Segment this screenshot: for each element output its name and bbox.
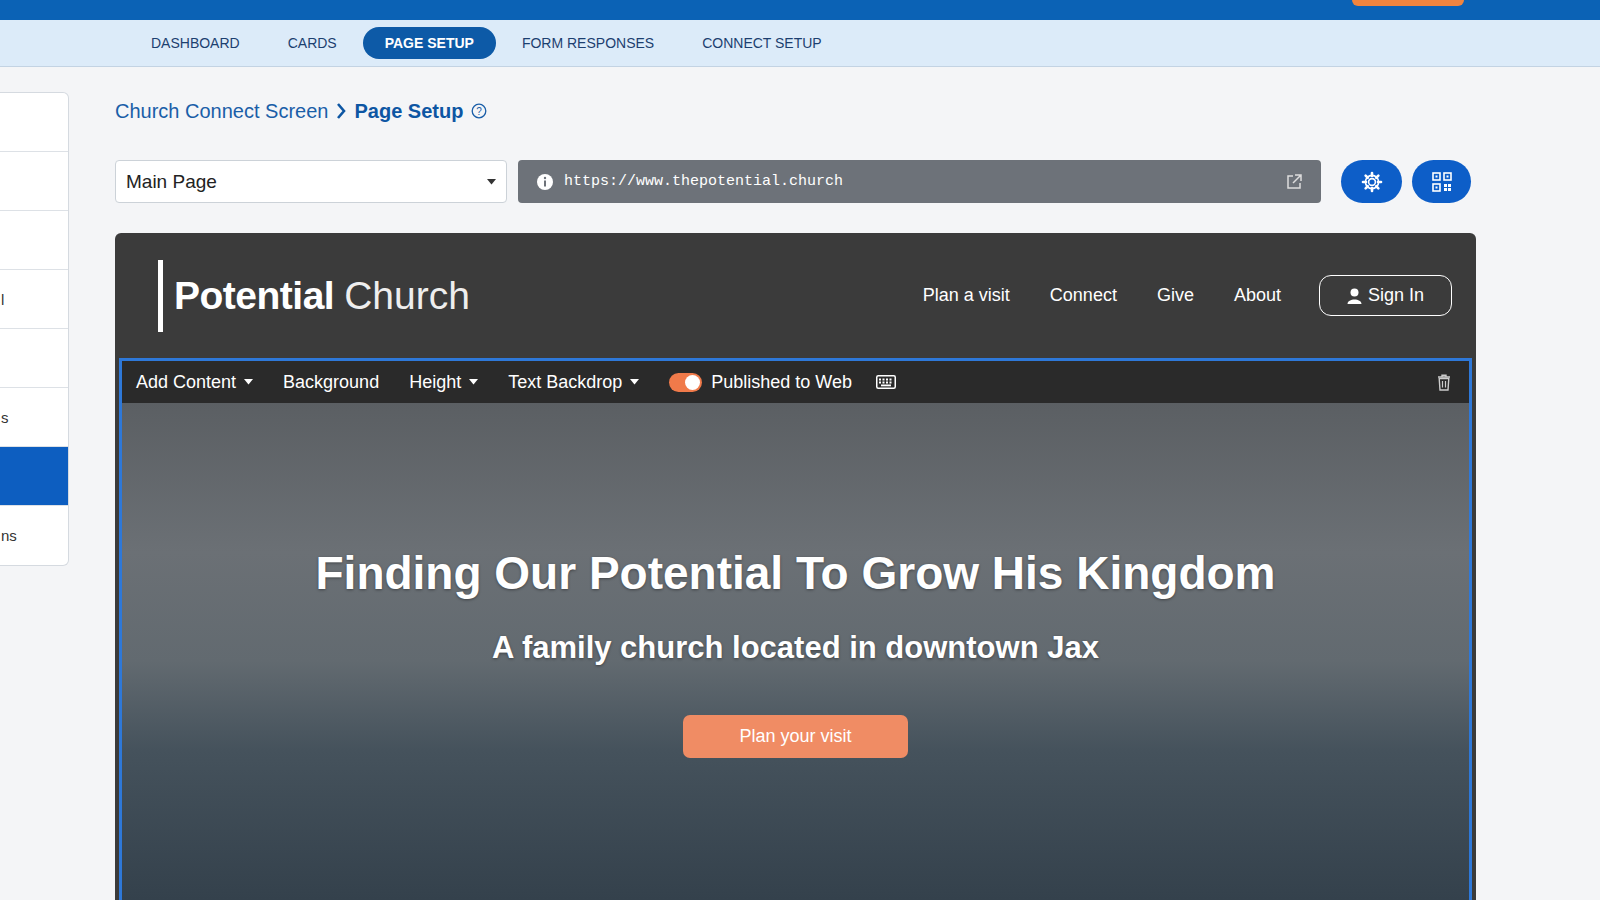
sidebar-item[interactable] [0, 329, 68, 388]
dropdown-caret-icon [487, 179, 496, 185]
logo-light-text: Church [344, 274, 470, 318]
sidebar-item-label: s [1, 409, 9, 426]
content: Church Connect Screen Page Setup? Main Pag… [115, 67, 1476, 900]
top-bar [0, 0, 1600, 20]
page-select[interactable]: Main Page [115, 160, 507, 203]
caret-icon [630, 379, 639, 385]
qr-code-button[interactable] [1412, 160, 1471, 203]
main-nav: DASHBOARDCARDSPAGE SETUPFORM RESPONSESCO… [0, 20, 1600, 67]
logo-bold-text: Potential [174, 274, 334, 318]
nav-tab[interactable]: DASHBOARD [129, 27, 262, 59]
sidebar-item[interactable] [0, 211, 68, 270]
hero-title: Finding Our Potential To Grow His Kingdo… [316, 545, 1276, 601]
toolbar-item-label: Height [409, 372, 461, 393]
caret-icon [469, 379, 478, 385]
site-nav: Plan a visit Connect Give About Sign In [923, 275, 1452, 316]
keyboard-icon[interactable] [876, 375, 896, 389]
sidebar-item-label: l [1, 291, 4, 308]
toolbar-item-label: Text Backdrop [508, 372, 622, 393]
hero-section[interactable]: Add Content Background Height Text Backdrop… [119, 358, 1472, 900]
site-header: PotentialChurch Plan a visit Connect Give Ab… [115, 233, 1476, 358]
trash-icon[interactable] [1437, 374, 1451, 391]
hero-banner: Finding Our Potential To Grow His Kingdo… [122, 403, 1469, 900]
external-link-icon[interactable] [1285, 173, 1303, 191]
gear-icon [1361, 171, 1383, 193]
publish-control: Published to Web [669, 372, 896, 393]
site-nav-link[interactable]: Give [1157, 285, 1194, 306]
publish-toggle[interactable] [669, 373, 702, 392]
sign-in-label: Sign In [1368, 285, 1424, 306]
main-area: l s ns Church Connect Screen Page Setup? Main… [0, 67, 1600, 900]
sidebar-item[interactable]: l [0, 270, 68, 329]
header-action-button[interactable] [1352, 0, 1464, 6]
nav-tab[interactable]: FORM RESPONSES [500, 27, 676, 59]
publish-label: Published to Web [711, 372, 852, 393]
url-text: https://www.thepotential.church [564, 173, 1275, 190]
logo-bar [158, 260, 163, 332]
svg-text:?: ? [477, 106, 483, 117]
sidebar-item-label: ns [1, 527, 17, 544]
toolbar-item-label: Background [283, 372, 379, 393]
toolbar-item[interactable]: Add Content [136, 372, 253, 393]
sidebar-item[interactable]: ns [0, 506, 68, 565]
plan-visit-button[interactable]: Plan your visit [683, 715, 908, 758]
sidebar-item[interactable] [0, 152, 68, 211]
breadcrumb-current: Page Setup [354, 100, 463, 123]
nav-tab[interactable]: CONNECT SETUP [680, 27, 844, 59]
section-toolbar: Add Content Background Height Text Backdrop… [122, 361, 1469, 403]
chevron-right-icon [336, 103, 346, 119]
toolbar-item[interactable]: Background [283, 372, 379, 393]
sidebar-item[interactable]: s [0, 388, 68, 447]
qr-code-icon [1432, 172, 1452, 192]
toggle-knob [685, 375, 700, 390]
toolbar-item-label: Add Content [136, 372, 236, 393]
settings-button[interactable] [1341, 160, 1402, 203]
url-field: https://www.thepotential.church [518, 160, 1321, 203]
sidebar: l s ns [0, 92, 69, 566]
nav-tab[interactable]: PAGE SETUP [363, 27, 496, 59]
page-preview: PotentialChurch Plan a visit Connect Give Ab… [115, 233, 1476, 900]
hero-subtitle: A family church located in downtown Jax [492, 629, 1099, 667]
breadcrumb-parent[interactable]: Church Connect Screen [115, 100, 328, 123]
user-icon [1347, 288, 1362, 304]
site-nav-link[interactable]: Plan a visit [923, 285, 1010, 306]
site-nav-link[interactable]: About [1234, 285, 1281, 306]
help-icon[interactable]: ? [471, 103, 487, 119]
sidebar-item[interactable] [0, 93, 68, 152]
caret-icon [244, 379, 253, 385]
sidebar-item[interactable] [0, 447, 68, 506]
controls-row: Main Page https://www.thepotential.church [115, 160, 1476, 203]
sign-in-button[interactable]: Sign In [1319, 275, 1452, 316]
nav-tab[interactable]: CARDS [266, 27, 359, 59]
breadcrumb: Church Connect Screen Page Setup? [115, 97, 1476, 125]
page-select-value: Main Page [126, 171, 217, 193]
info-icon [536, 173, 554, 191]
site-nav-link[interactable]: Connect [1050, 285, 1117, 306]
toolbar-item[interactable]: Height [409, 372, 478, 393]
site-logo[interactable]: PotentialChurch [158, 260, 470, 332]
toolbar-item[interactable]: Text Backdrop [508, 372, 639, 393]
